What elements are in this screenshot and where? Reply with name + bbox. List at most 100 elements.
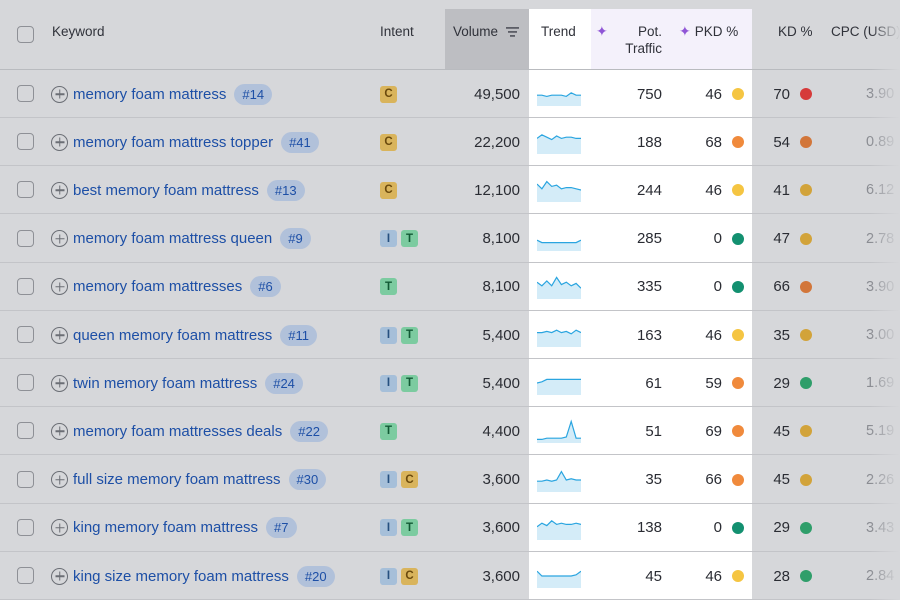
row-checkbox[interactable] [17,85,34,102]
pkd-column-header[interactable]: ✦ PKD % [679,23,738,40]
trend-column-header[interactable]: Trend [541,23,576,40]
trend-cell [537,118,581,166]
kd-cell: 45 [752,456,812,504]
table-row: memory foam mattresses deals #22 T 4,400 51 6… [0,407,900,456]
kd-value: 45 [773,471,790,489]
pot-traffic-value: 244 [636,181,662,199]
intent-badge: C [401,567,418,585]
row-checkbox[interactable] [17,374,34,392]
position-badge[interactable]: #7 [266,517,297,539]
position-badge[interactable]: #30 [288,469,327,491]
trend-cell [537,552,581,600]
sparkle-icon: ✦ [679,23,691,39]
add-keyword-icon[interactable] [51,374,68,392]
keyword-link[interactable]: memory foam mattress [73,86,226,103]
sort-descending-icon[interactable] [506,26,520,38]
cpc-value: 2.84 [866,568,895,584]
position-badge[interactable]: #20 [296,565,335,587]
position-badge[interactable]: #6 [250,276,281,298]
keyword-link[interactable]: memory foam mattresses deals [73,423,282,440]
pkd-difficulty-dot [732,377,744,390]
pkd-value: 0 [713,519,722,537]
pkd-value: 46 [705,85,722,103]
position-badge[interactable]: #41 [281,131,319,153]
keyword-cell: king size memory foam mattress #20 [51,552,335,600]
row-checkbox[interactable] [17,326,34,343]
row-checkbox[interactable] [17,567,34,584]
position-badge[interactable]: #14 [234,83,273,105]
add-keyword-icon[interactable] [51,278,68,296]
table-row: queen memory foam mattress #11 I T 5,400 163 4… [0,311,900,359]
table-row: twin memory foam mattress #24 I T 5,400 61 59 2… [0,359,900,408]
kd-column-header[interactable]: KD % [778,23,813,40]
keyword-cell: memory foam mattress #14 [51,70,273,118]
add-keyword-icon[interactable] [51,519,68,537]
volume-header-label: Volume [453,24,499,39]
row-checkbox[interactable] [17,518,34,536]
add-keyword-icon[interactable] [51,326,68,344]
pkd-cell: 46 [680,166,744,214]
intent-column-header[interactable]: Intent [380,23,414,40]
table-row: full size memory foam mattress #30 I C 3,600… [0,456,900,504]
add-keyword-icon[interactable] [51,230,68,248]
keyword-link[interactable]: twin memory foam mattress [73,375,257,392]
keyword-link[interactable]: best memory foam mattress [73,182,259,199]
add-keyword-icon[interactable] [51,133,68,151]
intent-cell: T [380,263,401,311]
add-keyword-icon[interactable] [51,471,68,489]
add-keyword-icon[interactable] [51,181,68,199]
trend-cell [537,311,581,359]
row-checkbox[interactable] [17,133,34,151]
keyword-link[interactable]: memory foam mattress topper [73,134,273,151]
select-all-checkbox[interactable] [17,26,34,43]
keyword-link[interactable]: memory foam mattresses [73,278,242,295]
pkd-difficulty-dot [732,232,744,245]
table-row: king size memory foam mattress #20 I C 3,600… [0,552,900,600]
row-checkbox[interactable] [17,181,34,199]
keyword-link[interactable]: full size memory foam mattress [73,471,281,488]
kd-cell: 45 [752,407,812,455]
intent-badge: I [380,471,397,489]
row-checkbox[interactable] [17,470,34,488]
keyword-link[interactable]: queen memory foam mattress [73,327,272,344]
kd-cell: 41 [752,166,812,214]
intent-cell: C [380,118,401,166]
volume-value: 5,400 [482,374,520,392]
row-checkbox[interactable] [17,277,34,295]
trend-cell [537,407,581,455]
intent-badge: T [401,374,418,392]
kd-difficulty-dot [800,232,812,245]
position-badge[interactable]: #13 [266,179,305,201]
pot-traffic-column-header[interactable]: ✦ Pot. Traffic [596,23,662,57]
trend-cell [537,215,581,263]
add-keyword-icon[interactable] [51,567,68,585]
position-badge[interactable]: #9 [280,228,311,250]
keyword-link[interactable]: king memory foam mattress [73,519,258,536]
pot-traffic-label-line2: Traffic [625,41,662,56]
pot-traffic-value: 750 [636,85,662,103]
table-row: king memory foam mattress #7 I T 3,600 138 0 29… [0,504,900,552]
add-keyword-icon[interactable] [51,422,68,440]
position-badge[interactable]: #22 [290,420,328,442]
intent-cell: IT [380,215,422,263]
kd-difficulty-dot [800,377,812,390]
add-keyword-icon[interactable] [51,85,68,103]
trend-line [537,239,581,243]
keyword-link[interactable]: memory foam mattress queen [73,230,272,247]
row-checkbox[interactable] [17,422,34,440]
trend-cell [537,504,581,552]
trend-sparkline [537,134,581,155]
cpc-column-header[interactable]: CPC (USD) [831,23,900,40]
row-checkbox[interactable] [17,229,34,247]
keyword-link[interactable]: king size memory foam mattress [73,568,289,585]
keyword-cell: memory foam mattresses deals #22 [51,407,328,455]
volume-column-header[interactable]: Volume [453,23,520,40]
kd-difficulty-dot [800,329,812,341]
cpc-value: 3.90 [866,86,895,102]
keyword-column-header[interactable]: Keyword [52,23,105,40]
position-badge[interactable]: #11 [280,324,317,346]
keyword-cell: full size memory foam mattress #30 [51,456,327,504]
table-row: memory foam mattresses #6 T 8,100 335 0 66 3.90 [0,263,900,311]
pkd-value: 69 [705,422,722,440]
position-badge[interactable]: #24 [265,372,303,394]
